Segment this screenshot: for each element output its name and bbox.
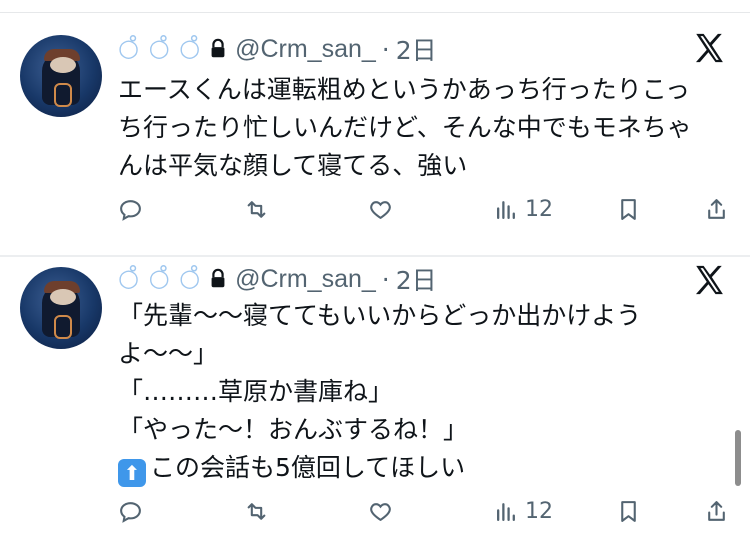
share-button[interactable] bbox=[704, 195, 729, 223]
reply-icon bbox=[120, 501, 141, 523]
tweet-text: エースくんは運転粗めというかあっち行ったりこっ ち行ったり忙しいんだけど、そんな… bbox=[118, 71, 708, 185]
share-icon bbox=[708, 500, 725, 521]
tweet-text-line: 「先輩〜〜寝ててもいいからどっか出かけよう bbox=[118, 301, 642, 330]
retweet-icon bbox=[247, 200, 266, 218]
tweet-actions: 12 bbox=[118, 195, 734, 223]
user-handle[interactable]: @Crm_san_ bbox=[235, 35, 376, 64]
tweet-text-line: んは平気な顔して寝てる、強い bbox=[118, 151, 468, 180]
retweet-button[interactable] bbox=[244, 195, 269, 223]
tweet-text-line: よ〜〜」 bbox=[118, 339, 219, 368]
share-icon bbox=[708, 198, 725, 219]
separator-dot: · bbox=[381, 264, 390, 294]
reply-button[interactable] bbox=[118, 497, 143, 525]
lock-icon bbox=[207, 268, 229, 290]
views-icon bbox=[497, 200, 515, 219]
display-name[interactable]: ○̊ ○̊ ○̊ bbox=[118, 264, 201, 293]
views-button[interactable]: 12 bbox=[494, 195, 553, 223]
avatar-accent bbox=[54, 315, 72, 339]
avatar-face bbox=[50, 57, 76, 73]
tweet-header: ○̊ ○̊ ○̊ @Crm_san_ · 2日 bbox=[118, 263, 437, 295]
tweet-text-line: 「………草原か書庫ね」 bbox=[118, 377, 394, 406]
like-button[interactable] bbox=[368, 195, 393, 223]
avatar[interactable] bbox=[20, 35, 102, 117]
reply-button[interactable] bbox=[118, 195, 143, 223]
tweet-text-line: ⬆ この会話も5億回してほしい bbox=[118, 449, 708, 487]
views-button[interactable]: 12 bbox=[494, 497, 553, 525]
bookmark-button[interactable] bbox=[616, 497, 641, 525]
views-count: 12 bbox=[525, 196, 553, 222]
views-count: 12 bbox=[525, 498, 553, 524]
retweet-icon bbox=[247, 502, 266, 520]
like-icon bbox=[370, 200, 391, 219]
separator-dot: · bbox=[381, 34, 390, 64]
x-logo-icon[interactable] bbox=[692, 263, 726, 297]
avatar-accent bbox=[54, 83, 72, 107]
lock-icon bbox=[207, 38, 229, 60]
retweet-button[interactable] bbox=[244, 497, 269, 525]
like-icon bbox=[370, 502, 391, 521]
up-arrow-emoji-icon: ⬆ bbox=[118, 459, 146, 487]
like-button[interactable] bbox=[368, 497, 393, 525]
bookmark-icon bbox=[621, 500, 636, 522]
bookmark-button[interactable] bbox=[616, 195, 641, 223]
tweet-card[interactable]: ○̊ ○̊ ○̊ @Crm_san_ · 2日 「先輩〜〜寝ててもいいからどっか… bbox=[0, 257, 750, 553]
tweet-actions: 12 bbox=[118, 497, 734, 525]
timestamp[interactable]: 2日 bbox=[396, 261, 437, 297]
tweet-card[interactable]: ○̊ ○̊ ○̊ @Crm_san_ · 2日 エースくんは運転粗めというかあっ… bbox=[0, 13, 750, 257]
top-divider bbox=[0, 0, 750, 13]
views-icon bbox=[497, 502, 515, 521]
user-handle[interactable]: @Crm_san_ bbox=[235, 265, 376, 294]
tweet-text-line: 「やった〜！おんぶするね！」 bbox=[118, 415, 469, 444]
timestamp[interactable]: 2日 bbox=[396, 31, 437, 67]
avatar[interactable] bbox=[20, 267, 102, 349]
display-name[interactable]: ○̊ ○̊ ○̊ bbox=[118, 34, 201, 63]
bookmark-icon bbox=[621, 198, 636, 220]
tweet-text-line: ち行ったり忙しいんだけど、そんな中でもモネちゃ bbox=[118, 113, 692, 142]
tweet-text-line: エースくんは運転粗めというかあっち行ったりこっ bbox=[118, 75, 691, 104]
tweet-text: 「先輩〜〜寝ててもいいからどっか出かけよう よ〜〜」 「………草原か書庫ね」 「… bbox=[118, 297, 708, 487]
reply-icon bbox=[120, 199, 141, 221]
tweet-header: ○̊ ○̊ ○̊ @Crm_san_ · 2日 bbox=[118, 33, 437, 65]
avatar-face bbox=[50, 289, 76, 305]
share-button[interactable] bbox=[704, 497, 729, 525]
scrollbar-thumb[interactable] bbox=[735, 430, 741, 486]
x-logo-icon[interactable] bbox=[692, 31, 726, 65]
